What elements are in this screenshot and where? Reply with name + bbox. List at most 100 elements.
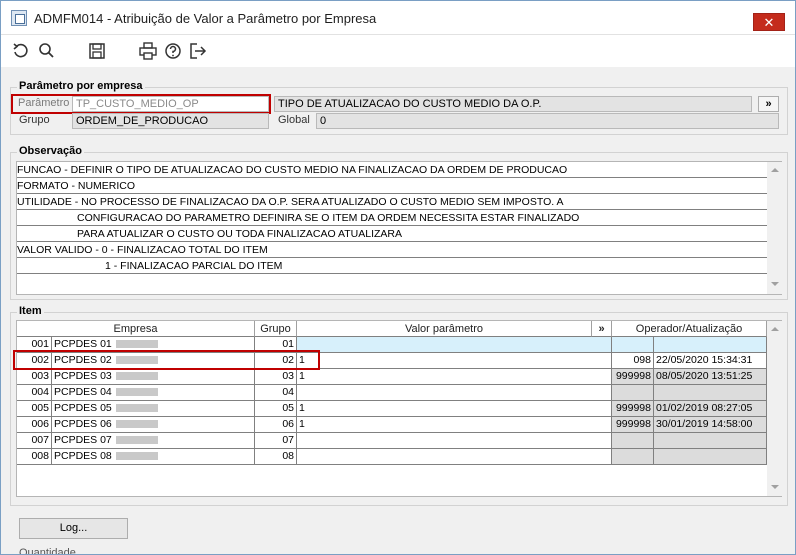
item-section-title: Item	[17, 305, 44, 317]
exit-icon[interactable]	[188, 41, 208, 61]
table-row[interactable]: 002 PCPDES 02 02 1 098 22/05/2020 15:34:…	[17, 353, 767, 369]
table-row[interactable]: 004 PCPDES 04 04	[17, 385, 767, 401]
row-atualizacao	[654, 385, 767, 401]
row-operador	[612, 337, 654, 353]
row-atualizacao: 30/01/2019 14:58:00	[654, 417, 767, 433]
table-row[interactable]: 003 PCPDES 03 03 1 999998 08/05/2020 13:…	[17, 369, 767, 385]
row-empresa[interactable]: PCPDES 01	[52, 337, 255, 353]
row-valor-input[interactable]	[297, 337, 612, 353]
observacao-scrollbar[interactable]	[767, 162, 782, 294]
redacted-text	[115, 420, 158, 429]
row-empresa-label: PCPDES 08	[54, 450, 112, 462]
redacted-text	[115, 436, 158, 445]
row-empresa[interactable]: PCPDES 08	[52, 449, 255, 465]
row-number: 005	[17, 401, 52, 417]
search-icon[interactable]	[37, 41, 57, 61]
row-atualizacao	[654, 449, 767, 465]
row-empresa-label: PCPDES 06	[54, 418, 112, 430]
row-operador: 999998	[612, 401, 654, 417]
row-grupo: 07	[255, 433, 297, 449]
item-grid-scrollbar[interactable]	[767, 321, 782, 496]
log-button[interactable]: Log...	[19, 518, 128, 539]
row-empresa[interactable]: PCPDES 05	[52, 401, 255, 417]
table-row[interactable]: 006 PCPDES 06 06 1 999998 30/01/2019 14:…	[17, 417, 767, 433]
row-empresa-label: PCPDES 01	[54, 338, 112, 350]
row-grupo: 03	[255, 369, 297, 385]
grupo-field: ORDEM_DE_PRODUCAO	[72, 113, 269, 129]
redacted-text	[115, 452, 158, 461]
close-button[interactable]: ✕	[753, 13, 785, 31]
parametro-section-title: Parâmetro por empresa	[17, 80, 145, 92]
row-empresa[interactable]: PCPDES 07	[52, 433, 255, 449]
row-valor-input[interactable]: 1	[297, 401, 612, 417]
row-grupo: 04	[255, 385, 297, 401]
main-window: ADMFM014 - Atribuição de Valor a Parâmet…	[0, 0, 796, 555]
table-row[interactable]: 008 PCPDES 08 08	[17, 449, 767, 465]
observacao-line: VALOR VALIDO - 0 - FINALIZACAO TOTAL DO …	[17, 242, 767, 258]
scroll-down-icon[interactable]	[771, 282, 779, 286]
title-bar: ADMFM014 - Atribuição de Valor a Parâmet…	[1, 1, 795, 35]
row-empresa[interactable]: PCPDES 03	[52, 369, 255, 385]
observacao-text-area: FUNCAO - DEFINIR O TIPO DE ATUALIZACAO D…	[16, 161, 782, 295]
column-header-valor[interactable]: Valor parâmetro	[297, 321, 592, 337]
row-empresa[interactable]: PCPDES 06	[52, 417, 255, 433]
row-atualizacao	[654, 433, 767, 449]
row-grupo: 01	[255, 337, 297, 353]
parametro-input[interactable]: TP_CUSTO_MEDIO_OP	[72, 96, 269, 112]
row-valor-input[interactable]	[297, 449, 612, 465]
row-empresa-label: PCPDES 02	[54, 354, 112, 366]
row-empresa[interactable]: PCPDES 04	[52, 385, 255, 401]
row-grupo: 02	[255, 353, 297, 369]
row-valor-input[interactable]	[297, 385, 612, 401]
global-field: 0	[316, 113, 779, 129]
row-empresa-label: PCPDES 07	[54, 434, 112, 446]
observacao-line: FUNCAO - DEFINIR O TIPO DE ATUALIZACAO D…	[17, 162, 767, 178]
row-atualizacao: 01/02/2019 08:27:05	[654, 401, 767, 417]
row-atualizacao	[654, 337, 767, 353]
column-expand-button[interactable]: »	[592, 321, 612, 337]
column-header-operador[interactable]: Operador/Atualização	[612, 321, 767, 337]
row-operador: 999998	[612, 417, 654, 433]
observacao-line	[17, 274, 767, 290]
redacted-text	[115, 356, 158, 365]
column-header-empresa[interactable]: Empresa	[17, 321, 255, 337]
column-header-grupo[interactable]: Grupo	[255, 321, 297, 337]
save-icon[interactable]	[87, 41, 107, 61]
row-number: 001	[17, 337, 52, 353]
refresh-icon[interactable]	[11, 41, 31, 61]
row-valor-input[interactable]: 1	[297, 353, 612, 369]
observacao-line: PARA ATUALIZAR O CUSTO OU TODA FINALIZAC…	[17, 226, 767, 242]
scroll-up-icon[interactable]	[771, 168, 779, 172]
help-icon[interactable]	[163, 41, 183, 61]
row-number: 007	[17, 433, 52, 449]
parametro-label: Parâmetro	[18, 97, 70, 109]
parametro-expand-button[interactable]: »	[758, 96, 779, 112]
scroll-down-icon[interactable]	[771, 485, 779, 489]
table-row[interactable]: 007 PCPDES 07 07	[17, 433, 767, 449]
table-row[interactable]: 005 PCPDES 05 05 1 999998 01/02/2019 08:…	[17, 401, 767, 417]
scroll-up-icon[interactable]	[771, 327, 779, 331]
row-valor-input[interactable]: 1	[297, 369, 612, 385]
redacted-text	[115, 404, 158, 413]
row-operador: 999998	[612, 369, 654, 385]
app-window-icon	[11, 10, 27, 26]
item-grid: Empresa Grupo Valor parâmetro » Operador…	[16, 320, 782, 497]
redacted-text	[115, 388, 158, 397]
print-icon[interactable]	[138, 41, 158, 61]
row-number: 002	[17, 353, 52, 369]
row-empresa[interactable]: PCPDES 02	[52, 353, 255, 369]
global-label: Global	[278, 114, 310, 126]
grupo-label: Grupo	[19, 114, 50, 126]
observacao-line: FORMATO - NUMERICO	[17, 178, 767, 194]
observacao-line: 1 - FINALIZACAO PARCIAL DO ITEM	[17, 258, 767, 274]
observacao-line: CONFIGURACAO DO PARAMETRO DEFINIRA SE O …	[17, 210, 767, 226]
row-valor-input[interactable]	[297, 433, 612, 449]
redacted-text	[115, 340, 158, 349]
row-operador	[612, 433, 654, 449]
table-row[interactable]: 001 PCPDES 01 01	[17, 337, 767, 353]
row-atualizacao: 22/05/2020 15:34:31	[654, 353, 767, 369]
row-valor-input[interactable]: 1	[297, 417, 612, 433]
row-atualizacao: 08/05/2020 13:51:25	[654, 369, 767, 385]
redacted-text	[115, 372, 158, 381]
row-operador	[612, 385, 654, 401]
